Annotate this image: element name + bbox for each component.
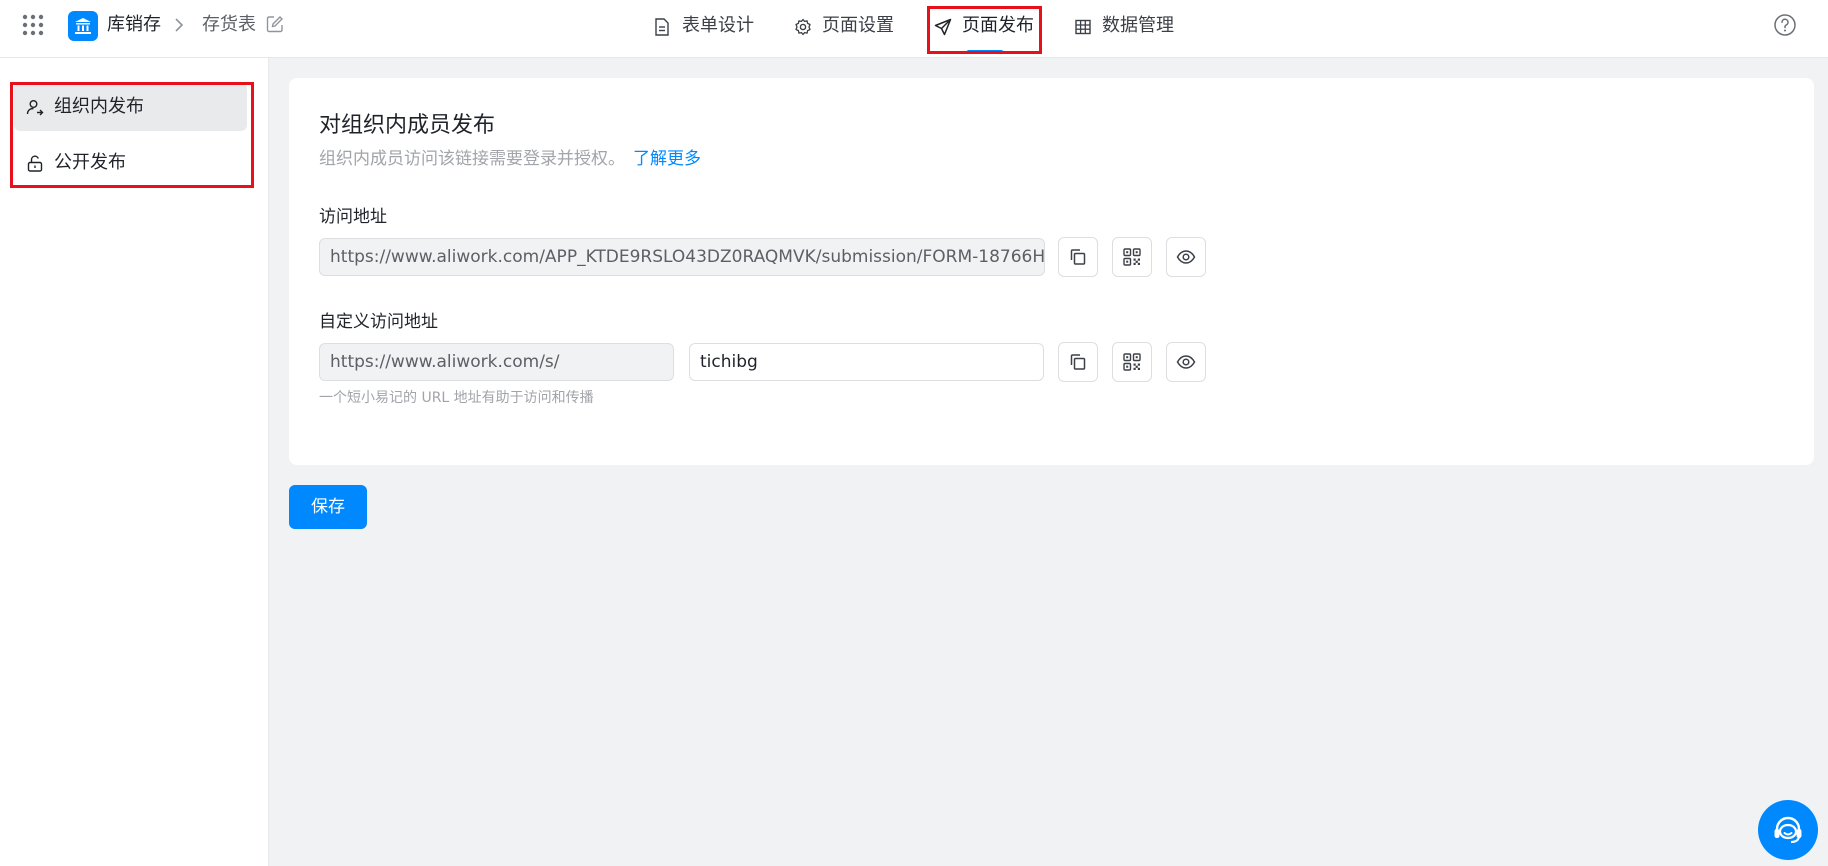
chevron-right-icon bbox=[175, 18, 184, 32]
form-name[interactable]: 存货表 bbox=[202, 14, 256, 36]
gear-icon bbox=[795, 18, 811, 36]
access-url-field[interactable]: https://www.aliwork.com/APP_KTDE9RSLO43D… bbox=[319, 238, 1045, 276]
apps-grid-icon[interactable] bbox=[22, 14, 44, 36]
copy-icon bbox=[1070, 249, 1086, 265]
tab-page-settings[interactable]: 页面设置 bbox=[794, 14, 904, 38]
qrcode-button[interactable] bbox=[1112, 342, 1152, 382]
qrcode-button[interactable] bbox=[1112, 237, 1152, 277]
copy-icon bbox=[1070, 354, 1086, 370]
tab-label: 页面设置 bbox=[822, 15, 894, 36]
table-icon bbox=[1075, 19, 1091, 35]
custom-url-hint: 一个短小易记的 URL 地址有助于访问和传播 bbox=[319, 390, 594, 406]
edit-icon[interactable] bbox=[266, 15, 284, 33]
save-button[interactable]: 保存 bbox=[289, 485, 367, 529]
help-icon[interactable] bbox=[1773, 13, 1797, 37]
bank-icon bbox=[75, 18, 91, 34]
document-icon bbox=[655, 18, 669, 36]
qrcode-icon bbox=[1123, 248, 1141, 266]
preview-button[interactable] bbox=[1166, 342, 1206, 382]
page-title: 对组织内成员发布 bbox=[319, 113, 496, 138]
qrcode-icon bbox=[1123, 353, 1141, 371]
custom-url-slug-input[interactable]: tichibg bbox=[689, 343, 1044, 381]
tab-label: 数据管理 bbox=[1102, 15, 1174, 36]
learn-more-link[interactable]: 了解更多 bbox=[633, 149, 701, 169]
annotation-highlight-box bbox=[927, 6, 1042, 54]
copy-button[interactable] bbox=[1058, 342, 1098, 382]
description: 组织内成员访问该链接需要登录并授权。 了解更多 bbox=[319, 148, 701, 170]
copy-button[interactable] bbox=[1058, 237, 1098, 277]
eye-icon bbox=[1176, 250, 1196, 264]
tab-form-design[interactable]: 表单设计 bbox=[654, 14, 764, 38]
custom-url-prefix-field: https://www.aliwork.com/s/ bbox=[319, 343, 674, 381]
access-url-label: 访问地址 bbox=[319, 207, 387, 227]
tab-data-management[interactable]: 数据管理 bbox=[1074, 14, 1184, 38]
preview-button[interactable] bbox=[1166, 237, 1206, 277]
tab-label: 表单设计 bbox=[682, 15, 754, 36]
annotation-highlight-box bbox=[10, 82, 254, 188]
headset-icon bbox=[1774, 816, 1802, 843]
eye-icon bbox=[1176, 355, 1196, 369]
app-logo[interactable] bbox=[68, 11, 98, 41]
description-text: 组织内成员访问该链接需要登录并授权。 bbox=[319, 149, 625, 169]
custom-url-label: 自定义访问地址 bbox=[319, 312, 438, 332]
publish-settings-card: 对组织内成员发布 组织内成员访问该链接需要登录并授权。 了解更多 访问地址 htt… bbox=[289, 78, 1814, 465]
customer-support-button[interactable] bbox=[1758, 800, 1818, 860]
top-bar: 库销存 存货表 表单设计 页面设置 页面发布 数据管理 bbox=[0, 0, 1828, 58]
app-name[interactable]: 库销存 bbox=[107, 14, 161, 36]
